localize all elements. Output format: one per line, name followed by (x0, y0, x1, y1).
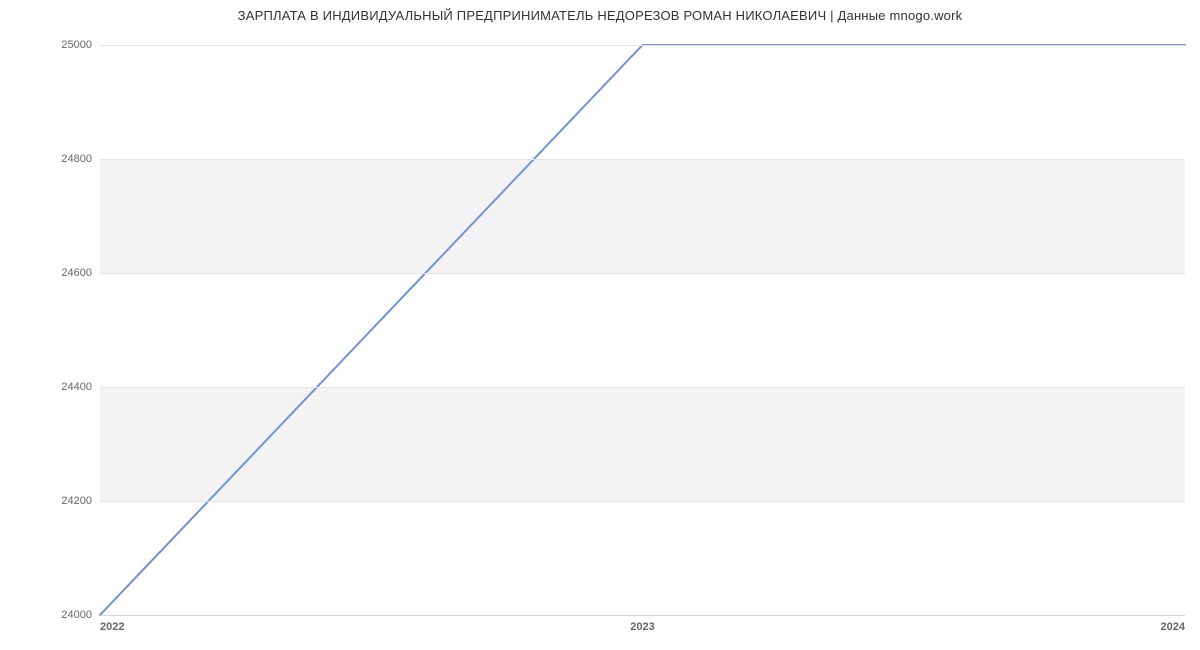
line-layer (100, 45, 1185, 615)
x-tick-label: 2023 (630, 621, 654, 633)
x-tick-label: 2022 (100, 621, 124, 633)
y-gridline (100, 501, 1185, 502)
chart-title: ЗАРПЛАТА В ИНДИВИДУАЛЬНЫЙ ПРЕДПРИНИМАТЕЛ… (0, 8, 1200, 23)
y-tick-label: 24800 (61, 153, 92, 165)
y-gridline (100, 273, 1185, 274)
y-gridline (100, 45, 1185, 46)
series-line (100, 45, 1185, 615)
y-tick-label: 24400 (61, 381, 92, 393)
x-axis-line (100, 615, 1185, 616)
y-tick-label: 24000 (61, 609, 92, 621)
y-tick-label: 24600 (61, 267, 92, 279)
salary-line-chart: ЗАРПЛАТА В ИНДИВИДУАЛЬНЫЙ ПРЕДПРИНИМАТЕЛ… (0, 0, 1200, 650)
plot-area: 2400024200244002460024800250002022202320… (100, 45, 1185, 615)
y-gridline (100, 387, 1185, 388)
x-tick-label: 2024 (1161, 621, 1185, 633)
y-gridline (100, 159, 1185, 160)
y-tick-label: 24200 (61, 495, 92, 507)
y-tick-label: 25000 (61, 39, 92, 51)
